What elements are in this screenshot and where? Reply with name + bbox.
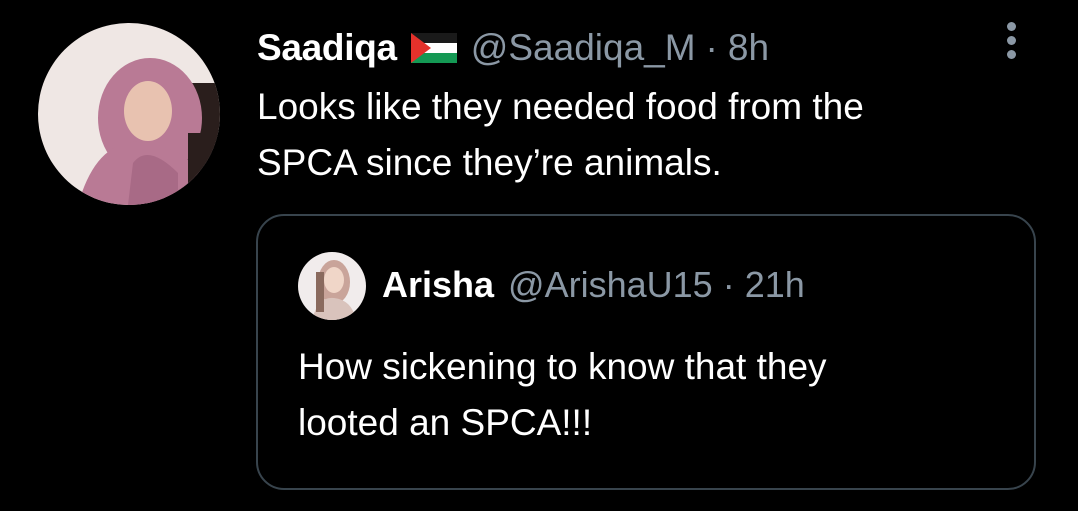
author-avatar[interactable]	[38, 23, 220, 205]
quoted-tweet-timestamp[interactable]: 21h	[745, 264, 805, 306]
quoted-author-display-name[interactable]: Arisha	[382, 264, 494, 306]
quoted-tweet-text: How sickening to know that they looted a…	[298, 346, 827, 443]
tweet-text: Looks like they needed food from the SPC…	[257, 86, 864, 183]
quoted-author-avatar-image	[298, 252, 366, 320]
header-separator: ·	[705, 27, 718, 68]
quoted-author-avatar[interactable]	[298, 252, 366, 320]
quoted-header-separator: ·	[722, 264, 735, 305]
tweet-timestamp[interactable]: 8h	[728, 27, 769, 69]
vertical-ellipsis-icon[interactable]	[1001, 22, 1021, 66]
author-display-name[interactable]: Saadiqa	[257, 27, 397, 69]
author-avatar-image	[38, 23, 220, 205]
tweet[interactable]: Saadiqa @Saadiqa_M · 8h Looks like they …	[0, 0, 1078, 511]
quoted-tweet-card[interactable]: Arisha @ArishaU15 · 21h How sickening to…	[256, 214, 1036, 490]
tweet-header: Saadiqa @Saadiqa_M · 8h	[257, 24, 769, 72]
author-handle[interactable]: @Saadiqa_M	[471, 27, 696, 69]
palestine-flag-icon	[410, 33, 457, 63]
quoted-author-handle[interactable]: @ArishaU15	[508, 264, 713, 306]
quoted-tweet-header: Arisha @ArishaU15 · 21h	[382, 262, 805, 308]
